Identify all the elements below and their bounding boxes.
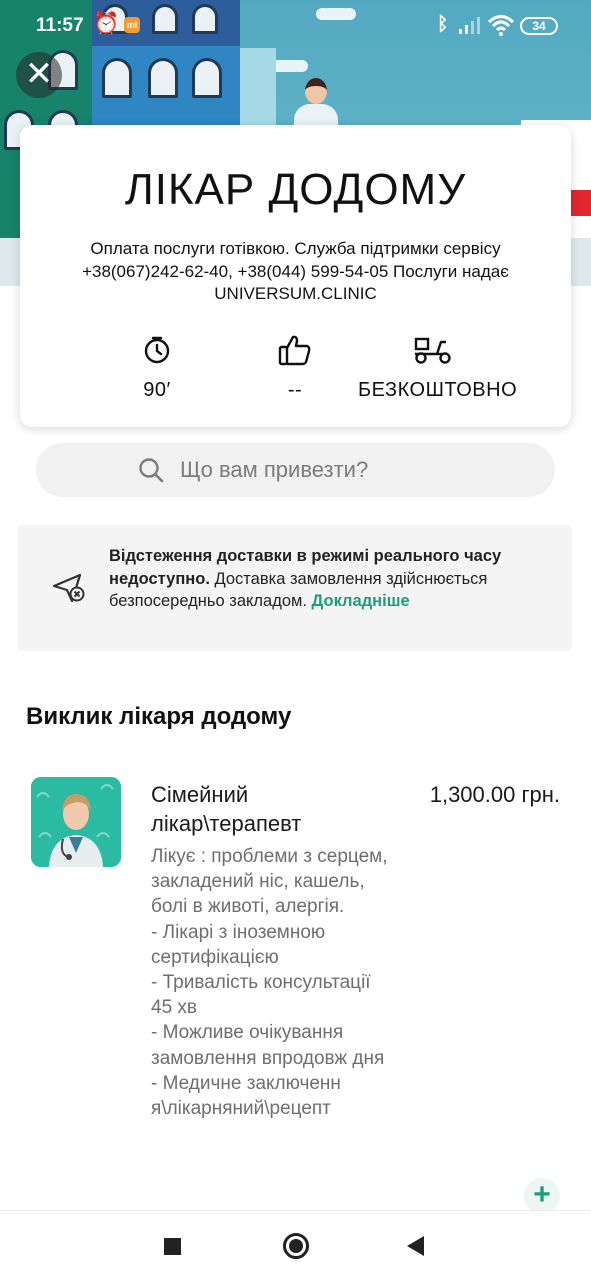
delivery-fee-value: БЕЗКОШТОВНО	[358, 379, 518, 401]
status-time: 11:57	[36, 15, 84, 36]
mi-notification-icon: mi	[124, 17, 140, 33]
rating-value: --	[287, 379, 303, 401]
search-input[interactable]: Що вам привезти?	[36, 443, 555, 497]
store-info-card: ЛІКАР ДОДОМУ Оплата послуги готівкою. Сл…	[20, 125, 571, 427]
wifi-icon	[488, 15, 514, 36]
search-icon	[139, 458, 164, 483]
section-title: Виклик лікаря додому	[26, 703, 292, 730]
item-price: 1,300.00 грн.	[429, 782, 560, 807]
system-nav-bar	[0, 1210, 591, 1280]
thumbs-up-icon	[278, 335, 311, 366]
item-image	[31, 777, 121, 867]
delivery-scooter-icon	[414, 337, 451, 364]
tracking-info-banner: Відстеження доставки в режимі реального …	[18, 525, 572, 651]
battery-icon: 34	[520, 17, 558, 35]
home-button[interactable]	[283, 1233, 309, 1259]
menu-item[interactable]: Сімейний лікар\терапевт 1,300.00 грн. Лі…	[0, 775, 591, 1214]
alarm-icon: ⏰	[93, 12, 120, 35]
delivery-time-value: 90′	[143, 379, 171, 401]
status-bar: 11:57 ⏰ mi ᛒ 34	[0, 0, 591, 52]
item-name: Сімейний лікар\терапевт	[151, 782, 302, 836]
more-info-link[interactable]: Докладніше	[312, 590, 410, 613]
store-description: Оплата послуги готівкою. Служба підтримк…	[82, 239, 509, 303]
back-button[interactable]	[407, 1236, 424, 1256]
item-description: Лікує : проблеми з серцем, закладений ні…	[151, 846, 388, 1120]
location-off-icon	[52, 573, 85, 603]
close-icon: ✕	[24, 55, 54, 93]
plus-icon: +	[533, 1178, 551, 1211]
recent-apps-button[interactable]	[164, 1238, 181, 1255]
add-to-cart-button[interactable]: +	[524, 1178, 560, 1214]
delivery-fee-metric: БЕЗКОШТОВНО	[358, 333, 518, 402]
signal-icon	[459, 17, 480, 34]
store-title: ЛІКАР ДОДОМУ	[124, 165, 467, 214]
clock-icon	[144, 336, 170, 364]
close-button[interactable]: ✕	[16, 52, 62, 98]
bluetooth-icon: ᛒ	[437, 14, 449, 35]
search-placeholder: Що вам привезти?	[180, 457, 369, 482]
rating-metric: --	[220, 333, 370, 402]
banner-text: Відстеження доставки в режимі реального …	[109, 545, 549, 613]
delivery-time-metric: 90′	[82, 333, 232, 402]
